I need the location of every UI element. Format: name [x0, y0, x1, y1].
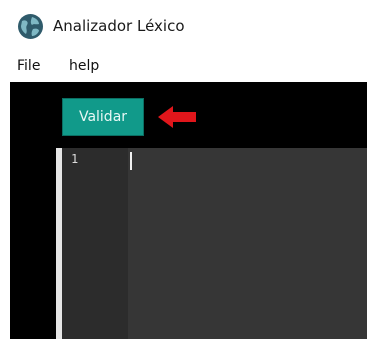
app-window: Analizador Léxico File help Validar 1 [0, 0, 367, 339]
code-input[interactable] [128, 148, 367, 339]
main-content: Validar 1 [10, 82, 367, 339]
caret-container [128, 148, 138, 178]
line-number-gutter: 1 [62, 148, 128, 339]
code-editor: 1 [56, 148, 367, 339]
title-bar: Analizador Léxico [0, 0, 367, 54]
text-caret [130, 152, 132, 170]
menu-help[interactable]: help [69, 58, 99, 74]
red-arrow-icon [158, 106, 196, 128]
validar-button[interactable]: Validar [62, 98, 144, 136]
menu-file[interactable]: File [17, 58, 40, 74]
globe-icon [18, 14, 43, 39]
window-title: Analizador Léxico [53, 17, 185, 35]
line-number: 1 [71, 152, 79, 166]
menu-bar: File help [0, 54, 367, 82]
